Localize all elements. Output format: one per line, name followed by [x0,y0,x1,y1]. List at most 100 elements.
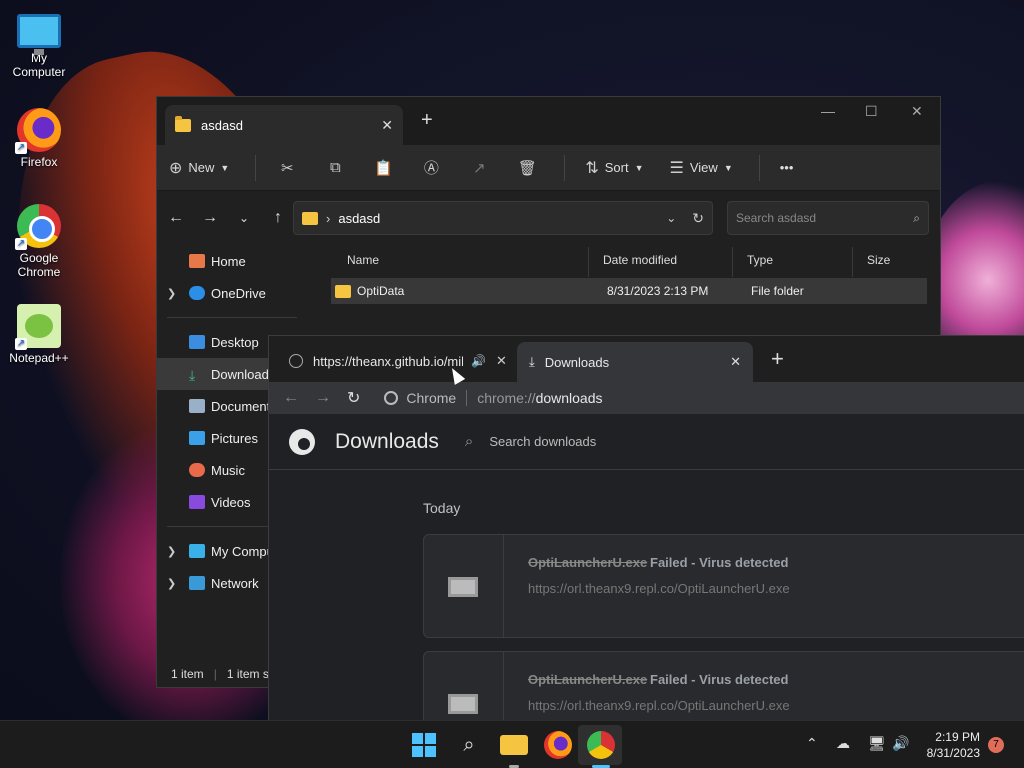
status-divider: | [213,667,217,681]
explorer-titlebar: asdasd ✕ + — ☐ ✕ [157,97,940,145]
notification-badge[interactable]: 7 [988,737,1004,753]
explorer-search-input[interactable]: Search asdasd ⌕ [727,201,929,235]
column-header-type[interactable]: Type [733,247,853,277]
file-type-icon [448,577,478,597]
downloads-search-input[interactable]: ⌕ Search downloads [465,433,596,450]
sort-button[interactable]: ⇅ Sort ▼ [585,158,643,178]
new-tab-button[interactable]: + [771,346,784,372]
download-url[interactable]: https://orl.theanx9.repl.co/OptiLauncher… [528,698,790,713]
forward-arrow-icon[interactable]: → [315,389,331,407]
address-path: asdasd [338,210,381,226]
desktop-icon-label: Firefox [20,155,58,169]
explorer-tab[interactable]: asdasd ✕ [165,105,403,145]
taskbar-search-icon[interactable]: ⌕ [455,731,483,759]
firefox-icon: ↗ [15,108,61,154]
desktop-icon-google-chrome[interactable]: ↗ Google Chrome [4,204,74,279]
share-icon[interactable]: ↗ [468,159,490,177]
close-icon[interactable]: ✕ [496,353,507,369]
speaker-icon[interactable]: 🔊 [471,354,486,368]
onedrive-warning-icon[interactable]: ☁ [836,735,850,752]
download-url[interactable]: https://orl.theanx9.repl.co/OptiLauncher… [528,581,790,596]
sidebar-item-onedrive[interactable]: ❯ OneDrive [157,277,307,309]
refresh-icon[interactable]: ↻ [692,210,704,227]
download-status: Failed - Virus detected [650,555,789,570]
sidebar-item-home[interactable]: Home [157,245,307,277]
chrome-icon: ↗ [15,204,61,250]
cut-icon[interactable]: ✂ [276,159,298,177]
desktop-icon-notepadpp[interactable]: ↗ Notepad++ [4,304,74,365]
rename-icon[interactable]: Ⓐ [420,157,442,178]
sidebar-item-label: Documents [211,398,277,414]
download-item: OptiLauncherU.exe Failed - Virus detecte… [423,534,1024,638]
recent-locations-chevron-icon[interactable]: ⌄ [235,211,253,225]
windows-logo-icon [425,733,436,744]
chrome-tab[interactable]: https://theanx.github.io/mile 🔊 ✕ [279,344,515,378]
address-bar[interactable]: › asdasd ⌄ ↻ [293,201,713,235]
close-icon[interactable]: ✕ [381,117,393,134]
windows-logo-icon [425,746,436,757]
system-clock[interactable]: 2:19 PM 8/31/2023 [927,729,980,761]
expand-chevron-icon[interactable]: ❯ [167,545,176,558]
desktop-icon-label: Google Chrome [17,251,61,279]
sort-icon: ⇅ [585,159,599,177]
music-icon [189,463,205,477]
chevron-down-icon[interactable]: ⌄ [666,211,676,225]
network-icon [189,576,205,590]
tab-title: https://theanx.github.io/mile [313,353,463,369]
shortcut-arrow-icon: ↗ [15,338,27,350]
sidebar-item-label: Pictures [211,430,258,446]
taskbar-chrome-icon[interactable] [587,731,615,759]
desktop-icon-my-computer[interactable]: My Computer [4,8,74,79]
paste-icon[interactable]: 📋 [372,159,394,177]
sidebar-item-label: Desktop [211,334,259,350]
downloads-list: Today OptiLauncherU.exe Failed - Virus d… [269,470,1024,755]
desktop-icon-label: Notepad++ [9,351,69,365]
reload-icon[interactable]: ↻ [347,388,360,408]
taskbar: ⌕ ⌃ ☁ 🖥 🔊 2:19 PM 8/31/2023 7 [0,720,1024,768]
sidebar-item-label: Home [211,253,246,269]
sidebar-item-label: Network [211,575,259,591]
windows-logo-icon [412,733,423,744]
taskbar-firefox-icon[interactable] [544,731,572,759]
videos-icon [189,495,205,509]
expand-chevron-icon[interactable]: ❯ [167,577,176,590]
network-icon[interactable]: 🖥 [868,735,886,752]
column-header-date-modified[interactable]: Date modified [589,247,733,277]
file-type: File folder [751,284,804,298]
up-arrow-icon[interactable]: ↑ [269,209,287,227]
folder-icon [175,115,191,132]
view-button[interactable]: ☰ View ▼ [670,158,733,178]
start-button[interactable] [412,733,436,757]
desktop-icon-firefox[interactable]: ↗ Firefox [4,108,74,169]
omnibox[interactable]: Chrome chrome:// downloads [376,384,603,412]
back-arrow-icon[interactable]: ← [167,209,185,227]
file-row[interactable]: OptiData 8/31/2023 2:13 PM File folder [331,278,927,304]
copy-icon[interactable]: ⧉ [324,159,346,176]
chrome-tab-active[interactable]: ⤓ Downloads ✕ [517,342,753,382]
new-tab-button[interactable]: + [421,109,433,132]
column-header-size[interactable]: Size [853,247,933,277]
sidebar-item-label: OneDrive [211,285,266,301]
column-header-name[interactable]: Name [333,247,589,277]
chevron-down-icon: ▼ [723,162,733,173]
more-options-button[interactable]: ••• [780,160,794,175]
search-icon: ⌕ [913,210,920,225]
minimize-button[interactable]: — [821,103,835,119]
maximize-button[interactable]: ☐ [865,103,878,120]
new-button[interactable]: ⊕ New ▼ [169,158,229,178]
back-arrow-icon[interactable]: ← [283,389,299,407]
sidebar-item-label: Music [211,462,245,478]
taskbar-file-explorer-icon[interactable] [500,735,528,755]
download-icon: ⤓ [529,354,535,369]
close-window-button[interactable]: ✕ [911,103,923,120]
clock-time: 2:19 PM [935,730,980,744]
forward-arrow-icon[interactable]: → [201,209,219,227]
shortcut-arrow-icon: ↗ [15,238,27,250]
sort-button-label: Sort [604,160,629,175]
delete-icon[interactable]: 🗑 [516,159,538,177]
volume-icon[interactable]: 🔊 [892,735,909,752]
close-icon[interactable]: ✕ [730,354,741,370]
windows-logo-icon [412,746,423,757]
show-hidden-icons-chevron-icon[interactable]: ⌃ [806,735,818,752]
expand-chevron-icon[interactable]: ❯ [167,287,176,300]
